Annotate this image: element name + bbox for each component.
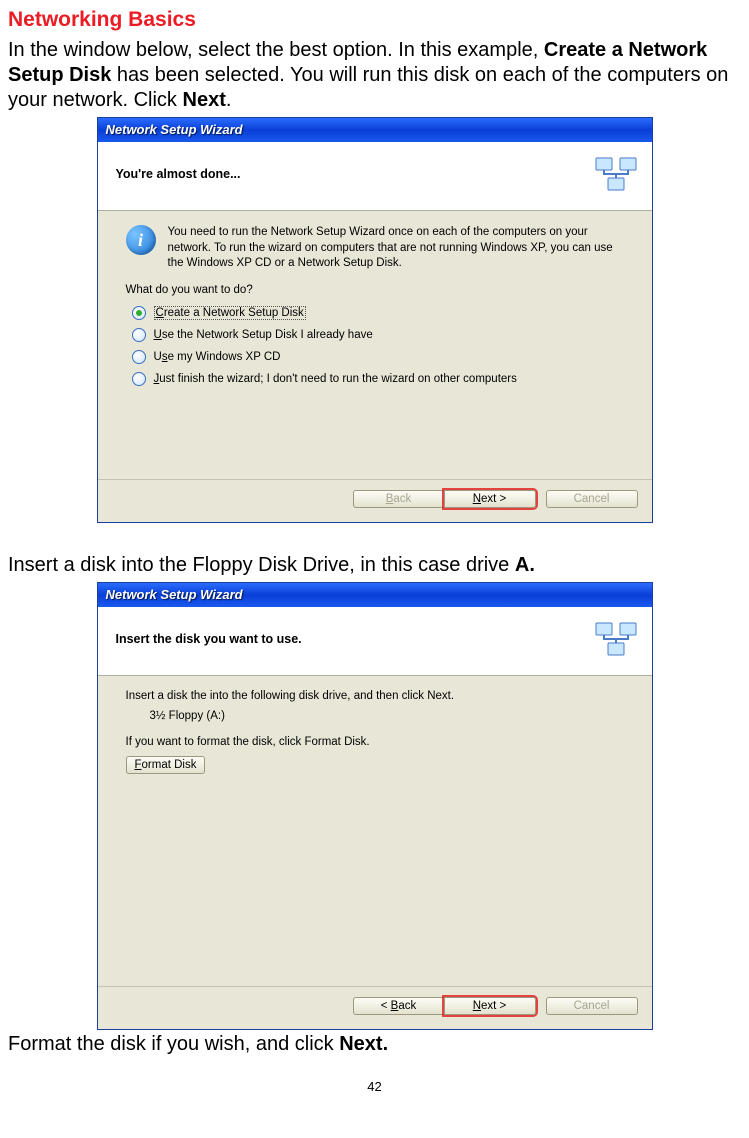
radio-label: Just finish the wizard; I don't need to … [154,373,517,385]
radio-use-existing-disk[interactable]: Use the Network Setup Disk I already hav… [132,328,624,342]
radio-just-finish[interactable]: Just finish the wizard; I don't need to … [132,372,624,386]
network-icon [592,152,640,196]
wizard-banner: You're almost done... [98,142,652,211]
radio-label: Use my Windows XP CD [154,351,281,363]
cancel-button[interactable]: Cancel [546,490,638,508]
radio-create-disk[interactable]: Create a Network Setup Disk [132,306,624,320]
page-number: 42 [8,1079,741,1094]
format-instruction: If you want to format the disk, click Fo… [126,736,624,748]
wizard-content: Insert a disk the into the following dis… [98,676,652,986]
wizard-create-disk: Network Setup Wizard You're almost done.… [97,117,653,523]
wizard-banner: Insert the disk you want to use. [98,607,652,676]
back-button[interactable]: Back [353,490,444,508]
info-icon: i [126,225,156,255]
info-text: You need to run the Network Setup Wizard… [168,225,624,272]
intro-text-2: has been selected. You will run this dis… [8,64,728,111]
intro-text-1: In the window below, select the best opt… [8,39,544,61]
intro-bold-2: Next [183,89,226,111]
cancel-button[interactable]: Cancel [546,997,638,1015]
mid-text: Insert a disk into the Floppy Disk Drive… [8,554,515,576]
next-button[interactable]: Next > [444,490,536,508]
outro-paragraph: Format the disk if you wish, and click N… [8,1032,741,1057]
next-button[interactable]: Next > [444,997,536,1015]
prompt-text: What do you want to do? [126,284,624,296]
mid-paragraph: Insert a disk into the Floppy Disk Drive… [8,553,741,578]
radio-label: Use the Network Setup Disk I already hav… [154,329,373,341]
radio-icon [132,372,146,386]
radio-icon [132,328,146,342]
drive-label: 3½ Floppy (A:) [150,710,624,722]
radio-icon [132,306,146,320]
wizard-insert-disk: Network Setup Wizard Insert the disk you… [97,582,653,1030]
outro-bold: Next. [339,1033,388,1055]
page-title: Networking Basics [8,8,741,32]
mid-bold: A. [515,554,535,576]
format-disk-button[interactable]: Format Disk [126,756,206,774]
wizard-button-bar: < Back Next > Cancel [98,986,652,1029]
back-button[interactable]: < Back [353,997,444,1015]
radio-label: Create a Network Setup Disk [154,307,306,319]
insert-instruction: Insert a disk the into the following dis… [126,690,624,702]
outro-text: Format the disk if you wish, and click [8,1033,339,1055]
wizard-banner-title: You're almost done... [116,167,241,181]
intro-text-3: . [226,89,232,111]
radio-icon [132,350,146,364]
wizard-button-bar: Back Next > Cancel [98,479,652,522]
wizard-content: i You need to run the Network Setup Wiza… [98,211,652,479]
radio-use-cd[interactable]: Use my Windows XP CD [132,350,624,364]
network-icon [592,617,640,661]
intro-paragraph: In the window below, select the best opt… [8,38,741,113]
window-titlebar: Network Setup Wizard [98,583,652,607]
wizard-banner-title: Insert the disk you want to use. [116,632,302,646]
window-titlebar: Network Setup Wizard [98,118,652,142]
